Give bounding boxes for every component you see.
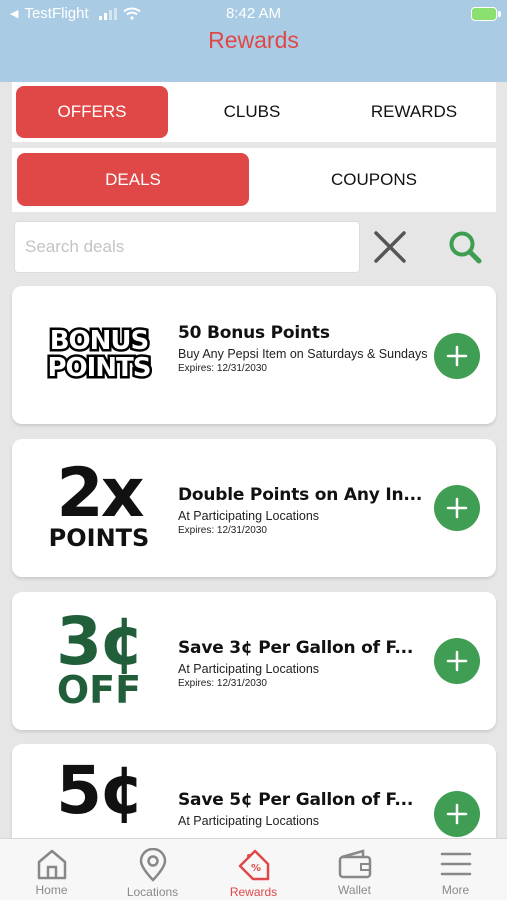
deal-card[interactable]: BONUS POINTS 50 Bonus Points Buy Any Pep… (12, 286, 496, 424)
nav-label: More (441, 883, 470, 897)
svg-text:%: % (250, 863, 260, 874)
deal-title: Save 3¢ Per Gallon of F... (178, 638, 414, 658)
menu-icon (440, 852, 471, 876)
nav-label: Locations (126, 885, 179, 899)
deal-expiry: Expires: 12/31/2030 (178, 525, 267, 536)
location-pin-icon (139, 848, 166, 882)
page-title: Rewards (208, 27, 299, 53)
nav-rewards[interactable]: % Rewards (203, 839, 304, 900)
double-points-logo: 2x POINTS (48, 454, 150, 552)
plus-icon (446, 497, 468, 519)
deal-info: Double Points on Any In... At Participat… (178, 485, 428, 536)
rewards-tag-icon: % (238, 849, 269, 881)
plus-icon (446, 650, 468, 672)
deal-description: At Participating Locations (178, 814, 320, 828)
nav-wallet[interactable]: Wallet (304, 839, 405, 900)
plus-icon (446, 345, 468, 367)
search-input[interactable] (14, 221, 360, 273)
tab-rewards[interactable]: REWARDS (336, 86, 492, 138)
deal-info: 50 Bonus Points Buy Any Pepsi Item on Sa… (178, 323, 428, 374)
bonus-points-logo: BONUS POINTS (45, 325, 154, 384)
clear-search-button[interactable] (370, 227, 410, 267)
home-icon (37, 849, 66, 880)
bottom-navigation: Home Locations % Rewards Wallet More (0, 838, 507, 900)
top-tab-bar: OFFERS CLUBS REWARDS (12, 82, 496, 142)
nav-label: Home (35, 883, 68, 897)
deal-description: At Participating Locations (178, 662, 320, 676)
three-cents-off-logo: 3¢ OFF (56, 603, 145, 712)
deal-info: Save 3¢ Per Gallon of F... At Participat… (178, 638, 428, 689)
add-deal-button[interactable] (434, 333, 480, 379)
nav-home[interactable]: Home (1, 839, 102, 900)
close-icon (374, 231, 406, 263)
deals-coupons-toggle: DEALS COUPONS (12, 148, 496, 212)
wallet-icon (338, 849, 371, 879)
status-time: 8:42 AM (225, 5, 282, 22)
search-icon (449, 231, 482, 264)
status-bar: ◀ TestFlight 8:42 AM (0, 0, 507, 28)
nav-label: Rewards (229, 885, 278, 899)
nav-label: Wallet (338, 883, 371, 897)
plus-icon (446, 803, 468, 825)
deal-description: Buy Any Pepsi Item on Saturdays & Sunday… (178, 347, 428, 361)
nav-locations[interactable]: Locations (102, 839, 203, 900)
add-deal-button[interactable] (434, 638, 480, 684)
deal-title: Double Points on Any In... (178, 485, 423, 505)
deal-card[interactable]: 2x POINTS Double Points on Any In... At … (12, 439, 496, 577)
tab-clubs[interactable]: CLUBS (176, 86, 328, 138)
deal-title: Save 5¢ Per Gallon of F... (178, 790, 414, 810)
deal-info: Save 5¢ Per Gallon of F... At Participat… (178, 790, 428, 829)
segment-deals[interactable]: DEALS (17, 153, 249, 206)
deal-card[interactable]: 3¢ OFF Save 3¢ Per Gallon of F... At Par… (12, 592, 496, 730)
deal-title: 50 Bonus Points (178, 323, 330, 343)
deal-expiry: Expires: 12/31/2030 (178, 363, 267, 374)
nav-more[interactable]: More (405, 839, 506, 900)
search-button[interactable] (445, 227, 485, 267)
segment-coupons[interactable]: COUPONS (257, 153, 491, 206)
tab-offers[interactable]: OFFERS (16, 86, 168, 138)
add-deal-button[interactable] (434, 791, 480, 837)
add-deal-button[interactable] (434, 485, 480, 531)
deal-description: At Participating Locations (178, 509, 320, 523)
battery-icon (471, 7, 501, 21)
app-header: ◀ TestFlight 8:42 AM Rewards (0, 0, 507, 82)
deal-expiry: Expires: 12/31/2030 (178, 678, 267, 689)
